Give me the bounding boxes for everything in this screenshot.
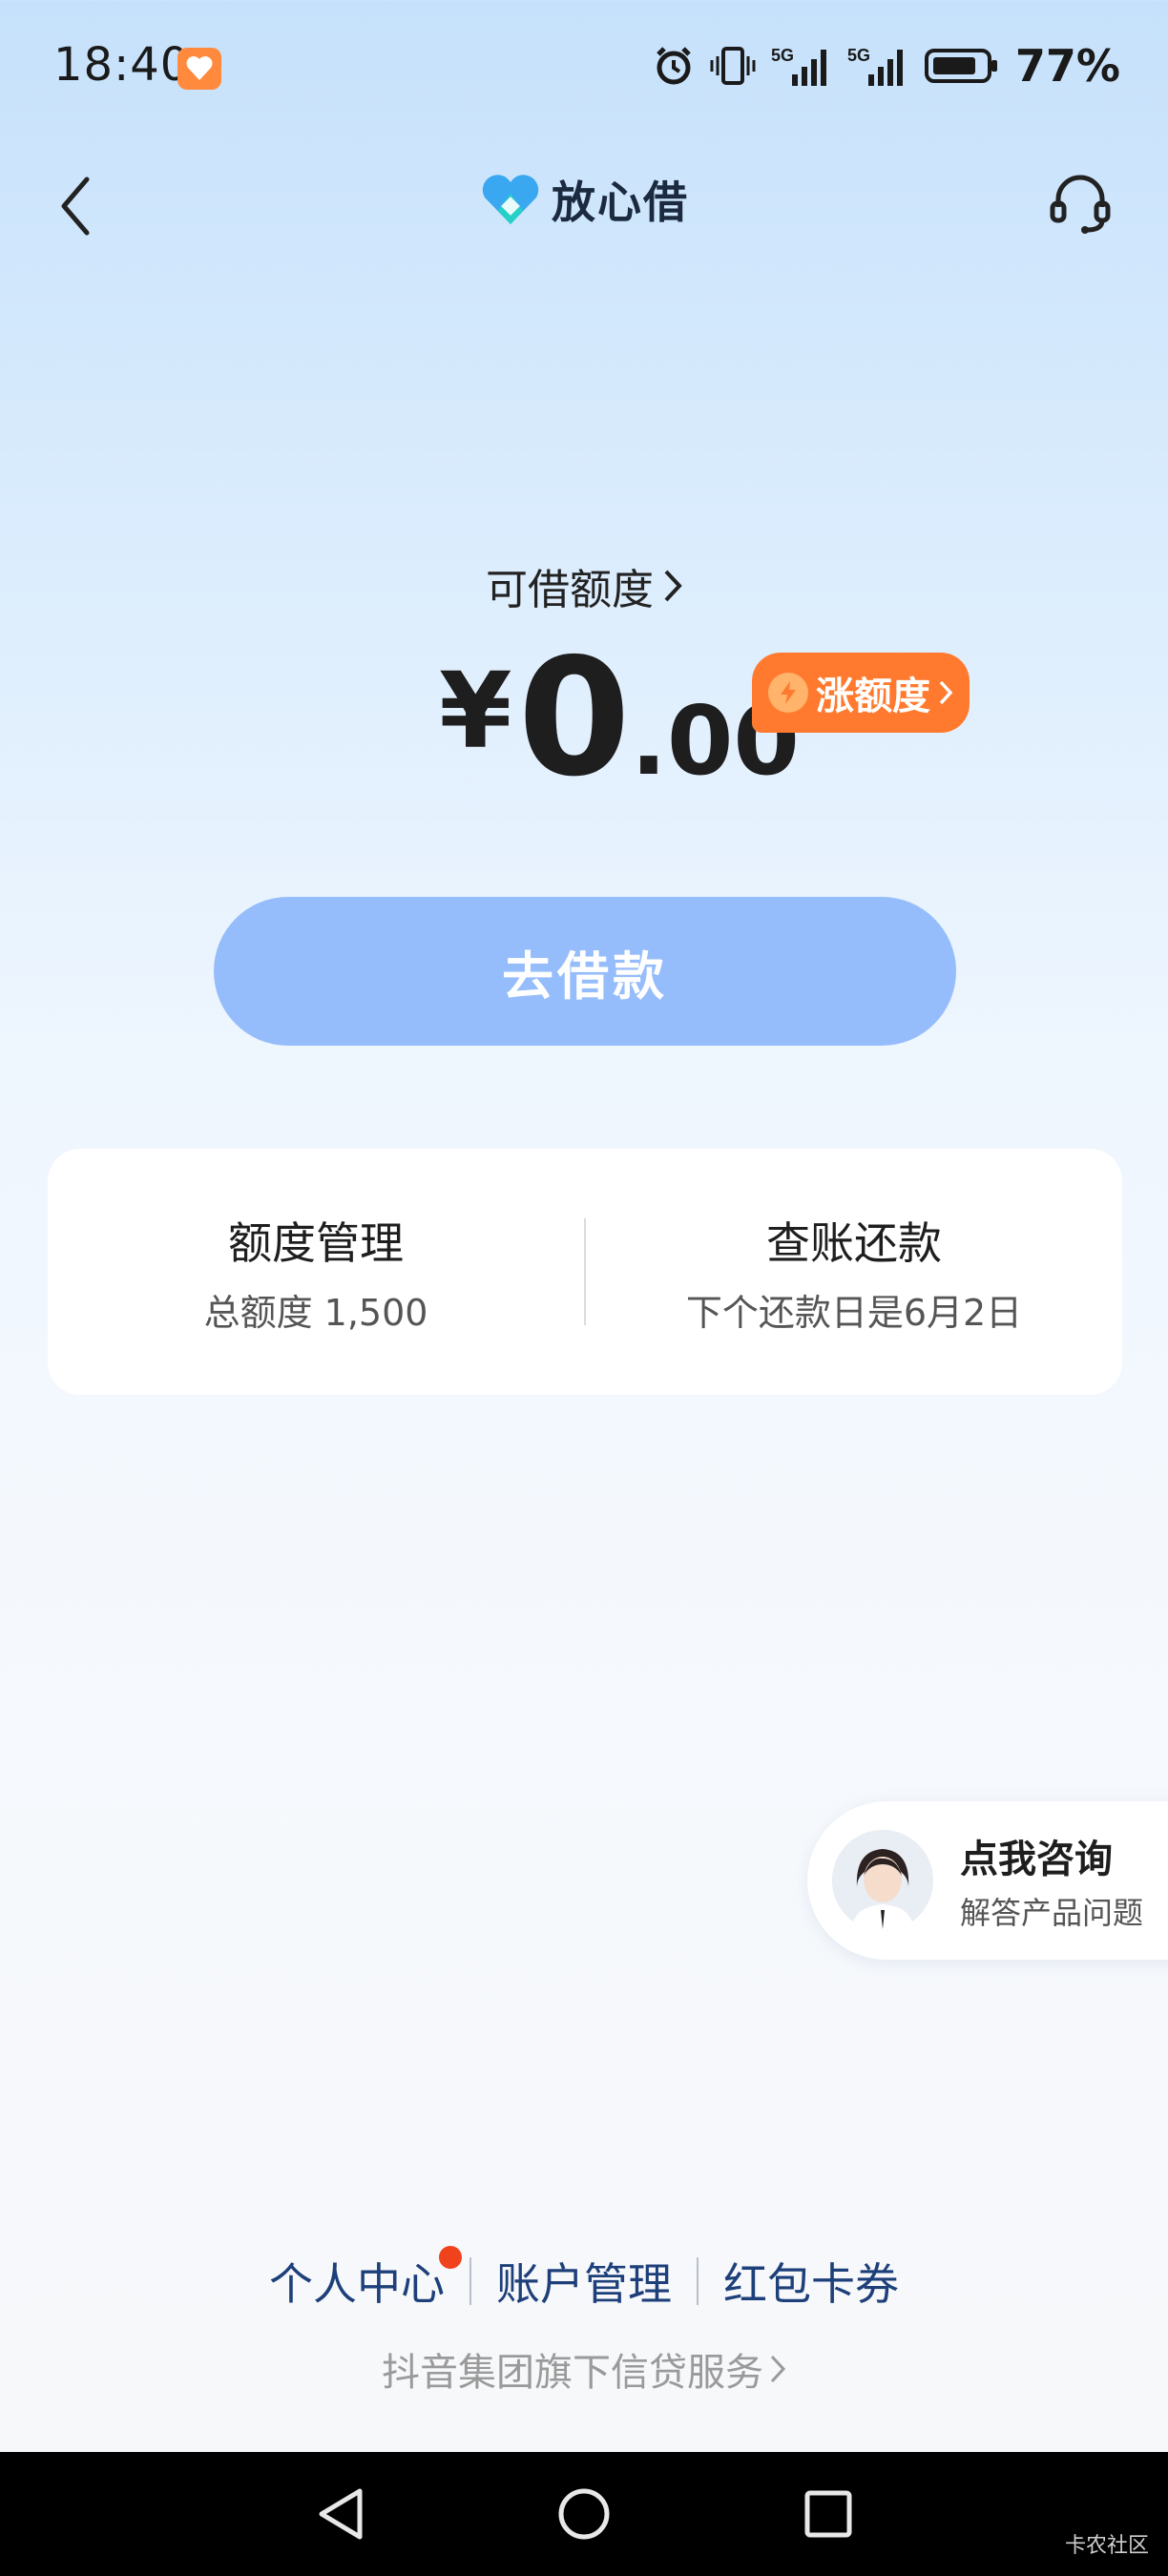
status-icons: 5G 5G 77% xyxy=(653,40,1120,92)
bills-repayment-title: 查账还款 xyxy=(766,1216,942,1269)
square-recents-icon xyxy=(804,2490,852,2538)
credit-summary-card: 额度管理 总额度 1,500 查账还款 下个还款日是6月2日 xyxy=(48,1149,1122,1395)
currency-symbol: ¥ xyxy=(439,650,512,772)
app-notification-icon xyxy=(177,48,221,90)
next-repayment-date-text: 下个还款日是6月2日 xyxy=(685,1291,1023,1334)
nav-back-button[interactable] xyxy=(306,2481,373,2547)
watermark: 卡农社区 xyxy=(1064,2534,1149,2558)
svg-text:5G: 5G xyxy=(771,46,794,65)
logo-text: 放心借 xyxy=(552,177,689,228)
borrow-button[interactable]: 去借款 xyxy=(214,897,956,1046)
signal-icon: 5G xyxy=(771,46,826,86)
notification-dot xyxy=(439,2246,462,2269)
headset-icon xyxy=(1050,175,1111,234)
service-provider-link[interactable]: 抖音集团旗下信贷服务 xyxy=(0,2341,1168,2397)
circle-home-icon xyxy=(558,2488,610,2540)
chevron-right-icon xyxy=(770,2355,786,2383)
personal-center-label: 个人中心 xyxy=(269,2258,445,2310)
customer-service-button[interactable] xyxy=(1040,164,1120,244)
signal-icon: 5G xyxy=(847,46,903,86)
account-management-link[interactable]: 账户管理 xyxy=(471,2250,697,2313)
consult-button[interactable]: 点我咨询 解答产品问题 xyxy=(807,1801,1168,1960)
amount-integer: 0 xyxy=(517,624,631,813)
raise-credit-label: 涨额度 xyxy=(816,675,930,718)
raise-credit-button[interactable]: 涨额度 xyxy=(752,653,970,733)
service-provider-text: 抖音集团旗下信贷服务 xyxy=(382,2351,763,2395)
lightning-icon xyxy=(768,673,808,713)
agent-avatar xyxy=(832,1830,933,1931)
credit-management-title: 额度管理 xyxy=(228,1216,404,1269)
svg-text:5G: 5G xyxy=(847,46,870,65)
heart-logo-icon xyxy=(482,175,539,224)
consult-subtitle: 解答产品问题 xyxy=(960,1895,1144,1931)
nav-home-button[interactable] xyxy=(551,2481,617,2547)
credit-management-entry[interactable]: 额度管理 总额度 1,500 xyxy=(48,1149,584,1395)
system-navigation-bar: 卡农社区 xyxy=(0,2452,1168,2576)
vibrate-icon xyxy=(710,47,756,85)
status-time: 18:40 xyxy=(53,38,191,92)
total-credit-text: 总额度 1,500 xyxy=(203,1291,428,1334)
alarm-icon xyxy=(657,47,691,85)
available-credit-label: 可借额度 xyxy=(486,566,654,614)
coupons-link[interactable]: 红包卡券 xyxy=(699,2250,924,2313)
available-credit-link[interactable]: 可借额度 xyxy=(0,555,1168,616)
triangle-back-icon xyxy=(319,2488,363,2540)
bottom-links: 个人中心 账户管理 红包卡券 xyxy=(0,2246,1168,2313)
available-credit-amount: ¥ 0 .00 xyxy=(439,637,800,800)
personal-center-link[interactable]: 个人中心 xyxy=(244,2246,469,2313)
chevron-right-icon xyxy=(664,570,682,602)
battery-percent: 77% xyxy=(1014,40,1120,92)
nav-recents-button[interactable] xyxy=(795,2481,862,2547)
chevron-right-icon xyxy=(939,680,953,705)
consult-title: 点我咨询 xyxy=(960,1838,1113,1881)
battery-icon xyxy=(924,49,997,83)
bills-repayment-entry[interactable]: 查账还款 下个还款日是6月2日 xyxy=(586,1149,1122,1395)
app-logo: 放心借 xyxy=(0,168,1168,231)
